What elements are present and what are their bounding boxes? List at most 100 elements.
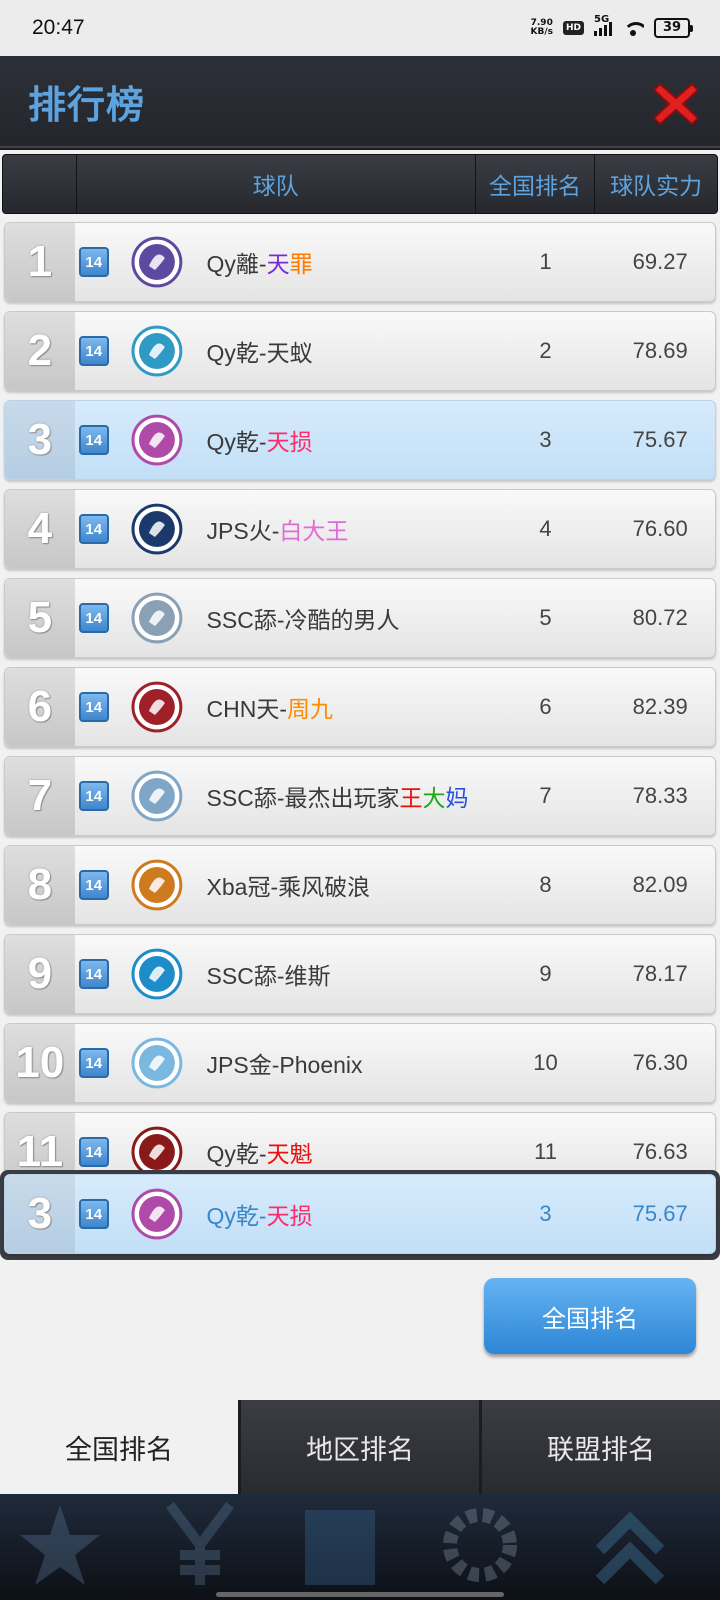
team-power-value: 78.17 [632,961,688,986]
team-name-part: 罪 [289,251,313,277]
ranking-list: 1 14 Qy離-天罪 1 69.27 2 14 Qy乾-天蚁 2 78.69 3 14 Qy乾-天损 3… [4,222,716,1201]
national-rank-button[interactable]: 全国排名 [484,1278,696,1354]
table-row[interactable]: 7 14 SSC舔-最杰出玩家王大妈 7 78.33 [4,756,716,836]
chevron-up-icon [595,1511,665,1585]
team-power-value: 78.33 [632,783,688,808]
team-name-prefix: SSC舔- [206,785,285,811]
team-logo-icon [131,236,183,288]
rank-tabs: 全国排名 地区排名 联盟排名 [0,1400,720,1494]
team-name: JPS火-白大王 [207,512,486,546]
team-name: Qy乾-天魁 [207,1135,486,1169]
team-name-part: 维斯 [284,963,331,989]
level-badge: 14 [78,1048,109,1078]
network-speed: 7.90 KB/s [531,19,553,37]
team-name: CHN天-周九 [207,690,486,724]
team-name-prefix: Xba冠- [206,874,279,900]
team-name-part: 白大王 [279,518,349,544]
column-rank [3,155,77,213]
rank-number: 2 [5,312,75,390]
page-title: 排行榜 [28,83,146,127]
table-row[interactable]: 3 14 Qy乾-天损 3 75.67 [4,400,716,480]
rank-number: 8 [5,846,75,924]
team-power-value: 76.60 [632,516,688,541]
team-logo-icon [131,1037,183,1089]
gear-icon [443,1508,517,1582]
level-badge: 14 [78,247,109,277]
team-logo-icon [131,859,183,911]
team-name: SSC舔-最杰出玩家王大妈 [207,779,486,813]
network-type: 5G [594,14,610,25]
rank-number: 3 [5,1175,75,1253]
status-bar: 20:47 7.90 KB/s HD 5G 39 [0,0,720,56]
level-badge: 14 [78,692,109,722]
team-name-prefix: Qy乾- [206,1203,267,1229]
table-row[interactable]: 1 14 Qy離-天罪 1 69.27 [4,222,716,302]
national-rank-value: 3 [539,1201,552,1226]
team-name-part: 天蚁 [266,340,313,366]
level-badge: 14 [78,1137,109,1167]
level-badge: 14 [78,603,109,633]
tab-region[interactable]: 地区排名 [241,1400,482,1494]
table-header: 球队 全国排名 球队实力 [2,154,718,214]
my-team-row-container: 3 14 Qy乾-天损 3 75.67 [0,1170,720,1260]
team-power-value: 78.69 [632,338,688,363]
team-name-prefix: Qy乾- [206,340,267,366]
team-power-value: 75.67 [632,1201,688,1226]
app-header: 排行榜 [0,56,720,148]
table-row[interactable]: 4 14 JPS火-白大王 4 76.60 [4,489,716,569]
rank-number: 9 [5,935,75,1013]
table-row[interactable]: 5 14 SSC舔-冷酷的男人 5 80.72 [4,578,716,658]
national-rank-value: 6 [539,694,552,719]
rank-number: 10 [5,1024,75,1102]
national-rank-value: 5 [539,605,552,630]
status-time: 20:47 [32,16,85,39]
team-name-part: 乘风破浪 [278,874,371,900]
level-badge: 14 [78,959,109,989]
level-badge: 14 [78,1199,109,1229]
team-name: JPS金-Phoenix [207,1046,486,1080]
rank-number: 5 [5,579,75,657]
table-row[interactable]: 6 14 CHN天-周九 6 82.39 [4,667,716,747]
tab-national[interactable]: 全国排名 [0,1400,241,1494]
team-name-prefix: Qy離- [206,251,267,277]
rank-number: 3 [5,401,75,479]
team-name-part: 大 [422,785,446,811]
team-power-value: 80.72 [632,605,688,630]
level-badge: 14 [78,781,109,811]
team-power-value: 69.27 [632,249,688,274]
close-button[interactable] [652,82,700,126]
team-logo-icon [131,1188,183,1240]
team-name-prefix: Qy乾- [206,429,267,455]
national-rank-value: 2 [539,338,552,363]
hd-icon: HD [562,21,584,35]
tab-alliance[interactable]: 联盟排名 [482,1400,720,1494]
national-rank-value: 8 [539,872,552,897]
my-team-row[interactable]: 3 14 Qy乾-天损 3 75.67 [4,1174,716,1254]
team-name-prefix: CHN天- [206,696,288,722]
national-rank-value: 4 [539,516,552,541]
team-name-part: 天损 [266,429,313,455]
column-team: 球队 [77,155,476,213]
column-national-rank: 全国排名 [476,155,596,213]
status-icons: 7.90 KB/s HD 5G 39 [531,14,693,38]
table-row[interactable]: 10 14 JPS金-Phoenix 10 76.30 [4,1023,716,1103]
national-rank-value: 9 [539,961,552,986]
national-rank-value: 11 [534,1139,557,1164]
team-name: Xba冠-乘风破浪 [207,868,486,902]
battery-icon: 39 [654,18,693,38]
team-logo-icon [131,948,183,1000]
network-speed-unit: KB/s [530,27,553,37]
national-rank-value: 10 [533,1050,558,1075]
wifi-icon [622,20,644,36]
level-badge: 14 [78,425,109,455]
table-row[interactable]: 2 14 Qy乾-天蚁 2 78.69 [4,311,716,391]
team-name: SSC舔-维斯 [207,957,486,991]
team-name-part: 冷酷的男人 [284,607,400,633]
team-name-part: 妈 [445,785,469,811]
table-row[interactable]: 8 14 Xba冠-乘风破浪 8 82.09 [4,845,716,925]
gesture-bar [216,1592,504,1597]
team-power-value: 76.30 [632,1050,688,1075]
team-power-value: 82.39 [632,694,688,719]
team-name-prefix: JPS金- [206,1052,280,1078]
table-row[interactable]: 9 14 SSC舔-维斯 9 78.17 [4,934,716,1014]
